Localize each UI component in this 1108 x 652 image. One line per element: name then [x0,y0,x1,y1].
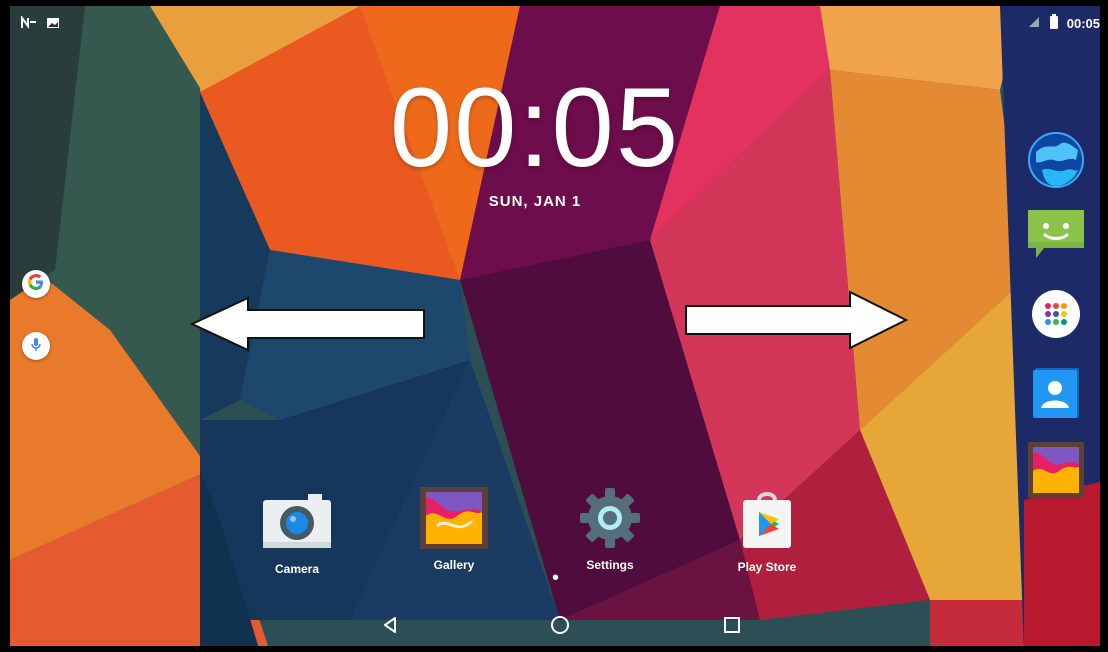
left-arrow [190,296,425,352]
n-icon [20,15,38,35]
gallery-icon [1027,441,1085,504]
rail-gallery[interactable] [1024,440,1088,504]
google-search-button[interactable] [22,270,50,298]
contacts-icon [1029,364,1083,425]
mic-icon [29,336,43,357]
image-icon [46,16,60,35]
page-indicator: • [552,567,560,589]
home-screen: 00:05 00:05 SUN, JAN 1 Camera Gallery Se… [0,0,1108,652]
camera-icon [260,492,334,552]
home-icon [549,614,571,641]
nav-recents-button[interactable] [717,612,747,642]
rail-contacts[interactable] [1024,362,1088,426]
gallery-icon [417,487,491,549]
dock-app-label: Camera [274,562,320,576]
recents-icon [722,615,742,640]
dock-app-play-store[interactable]: Play Store [722,490,812,574]
signal-icon [1027,15,1041,32]
nav-home-button[interactable] [545,612,575,642]
apps-icon [1030,288,1082,345]
globe-icon [1026,130,1086,195]
dock-app-camera[interactable]: Camera [252,492,342,576]
rail-messaging[interactable] [1024,202,1088,266]
settings-icon [573,488,647,548]
play-store-icon [730,490,804,550]
status-left [20,15,60,35]
dock-app-settings[interactable]: Settings [565,488,655,572]
status-time: 00:05 [1066,16,1100,31]
back-icon [380,615,400,640]
rail-apps[interactable] [1024,284,1088,348]
clock-date: SUN, JAN 1 [488,193,582,210]
dock-app-label: Settings [586,558,634,572]
nav-back-button[interactable] [375,612,405,642]
dock-app-label: Play Store [737,560,797,574]
dock-app-label: Gallery [433,558,475,572]
message-icon [1026,202,1086,267]
google-icon [26,272,46,297]
right-arrow [685,290,908,350]
clock-time: 00:05 [389,65,681,190]
voice-search-button[interactable] [22,332,50,360]
status-bar: 00:05 [10,6,1100,34]
dock-app-gallery[interactable]: Gallery [409,487,499,572]
rail-browser[interactable] [1024,130,1088,194]
status-right: 00:05 [1027,14,1100,33]
battery-icon [1049,14,1059,33]
